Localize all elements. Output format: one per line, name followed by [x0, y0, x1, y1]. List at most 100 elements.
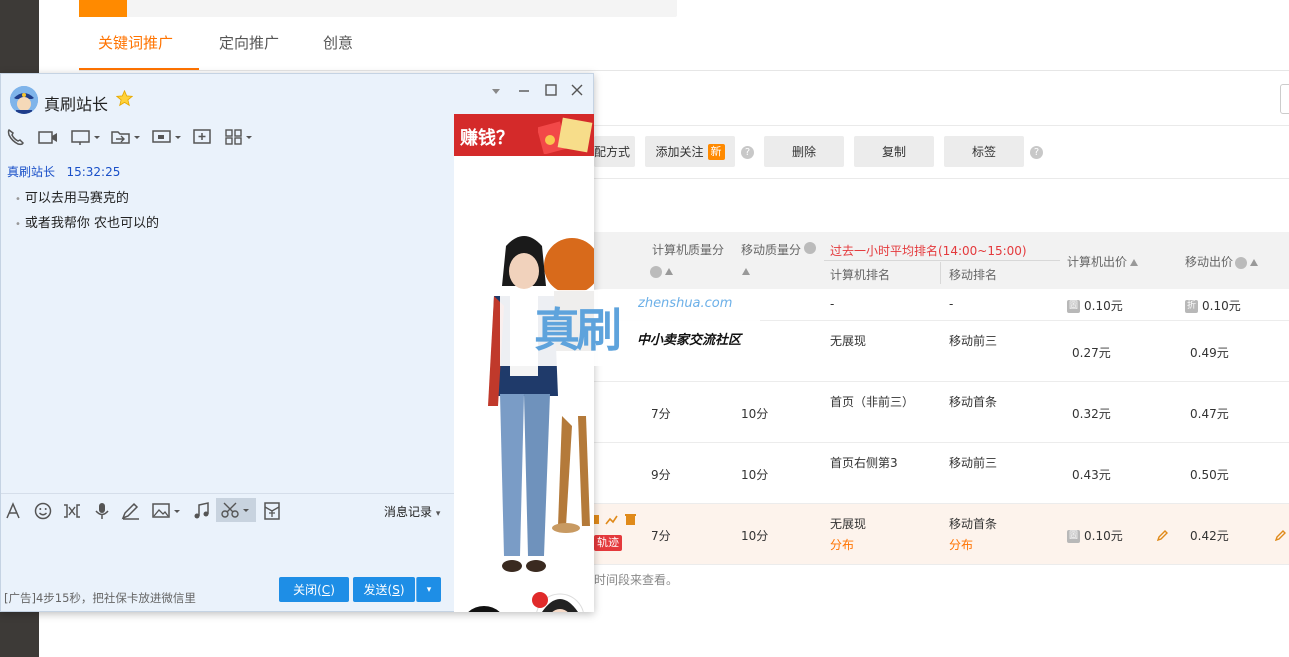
add-app-icon[interactable] — [192, 127, 214, 147]
watermark-url: zhenshua.com — [638, 296, 733, 311]
phone-icon[interactable] — [5, 127, 27, 147]
top-strip-accent — [79, 0, 127, 17]
row-action-icons — [594, 514, 636, 525]
sort-up-icon[interactable] — [1250, 259, 1259, 266]
price-type-icon: 圖 — [1067, 300, 1080, 313]
help-icon[interactable]: ? — [1030, 146, 1043, 159]
dropdown-arrow-icon[interactable] — [488, 83, 504, 99]
maximize-icon[interactable] — [543, 82, 559, 98]
cartoon-characters-illustration — [468, 236, 594, 612]
th-pc-rank: 计算机排名 — [830, 268, 891, 282]
apps-grid-icon[interactable] — [224, 127, 256, 147]
watermark-logo-text: 真刷 — [534, 303, 622, 357]
font-icon[interactable] — [3, 501, 25, 521]
help-icon-mobile-quality[interactable] — [804, 240, 816, 254]
mobile-price: 0.47元 — [1190, 407, 1229, 421]
tab-keyword-promotion[interactable]: 关键词推广 — [98, 32, 173, 53]
th-mobile-price[interactable]: 移动出价 — [1185, 253, 1259, 270]
video-call-icon[interactable] — [37, 127, 59, 147]
scissors-button[interactable] — [216, 498, 256, 522]
track-badge[interactable]: 轨迹 — [594, 535, 622, 551]
pc-price: 0.27元 — [1072, 346, 1111, 360]
tab-targeted-promotion[interactable]: 定向推广 — [219, 32, 279, 53]
message-line: 或者我帮你 农也可以的 — [15, 212, 159, 231]
th-pc-quality[interactable]: 计算机质量分 — [652, 241, 724, 258]
mobile-quality: 10分 — [741, 468, 769, 482]
mobile-price-value: 0.10元 — [1202, 299, 1241, 313]
table-footnote: 时间段来查看。 — [594, 573, 679, 587]
th-pc-price[interactable]: 计算机出价 — [1067, 253, 1139, 270]
chevron-down-icon: ▾ — [435, 509, 441, 519]
message-history-button[interactable]: 消息记录 ▾ — [384, 503, 440, 520]
watermark-logo: 真刷 zhenshua.com 中小卖家交流社区 — [500, 290, 760, 366]
edit-pencil-icon[interactable] — [1157, 529, 1169, 541]
red-packet-icon[interactable] — [261, 501, 283, 521]
avatar[interactable] — [10, 86, 38, 114]
sort-up-icon[interactable] — [1130, 259, 1139, 266]
match-type-button[interactable]: 配方式 — [594, 136, 635, 167]
pc-price: 圖 0.10元 — [1067, 527, 1123, 544]
delete-button[interactable]: 删除 — [764, 136, 844, 167]
search-input[interactable] — [1280, 84, 1289, 114]
question-icon[interactable] — [650, 265, 662, 278]
mobile-rank: - — [949, 297, 954, 311]
file-transfer-icon[interactable] — [110, 127, 142, 147]
handwriting-icon[interactable] — [120, 501, 142, 521]
mobile-quality: 10分 — [741, 407, 769, 421]
emoji-icon[interactable] — [32, 501, 54, 521]
pc-rank: 无展现 — [830, 517, 867, 531]
input-separator — [1, 493, 455, 494]
close-label: 关闭( — [293, 583, 322, 597]
star-icon — [116, 90, 133, 107]
close-end: ) — [330, 582, 335, 597]
message-history-label: 消息记录 — [384, 505, 433, 519]
pc-rank-distribution-link[interactable]: 分布 — [830, 536, 854, 553]
tab-creative[interactable]: 创意 — [323, 32, 353, 53]
edit-pencil-icon[interactable] — [1275, 529, 1287, 541]
table-row: 9分 10分 首页右侧第3 移动前三 0.43元 0.50元 — [594, 443, 1289, 504]
tag-label: 标签 — [971, 145, 996, 159]
send-button[interactable]: 发送(S) — [353, 577, 415, 602]
tab-bar: 关键词推广 定向推广 创意 — [79, 20, 1289, 71]
pc-price: 0.32元 — [1072, 407, 1111, 421]
message-header: 真刷站长 15:32:25 — [7, 163, 120, 180]
th-pc-quality-controls — [650, 264, 673, 278]
help-icon[interactable]: ? — [741, 146, 754, 159]
tag-button[interactable]: 标签 — [944, 136, 1024, 167]
ad-banner[interactable]: 赚钱？ — [454, 114, 594, 156]
th-vertical-divider — [940, 262, 941, 284]
question-icon[interactable] — [1235, 256, 1248, 269]
active-tab-underline — [79, 68, 199, 70]
mobile-rank-distribution-link[interactable]: 分布 — [949, 536, 973, 553]
close-chat-button[interactable]: 关闭(C) — [279, 577, 349, 602]
microphone-icon[interactable] — [91, 501, 113, 521]
image-icon[interactable] — [151, 501, 183, 521]
copy-button[interactable]: 复制 — [854, 136, 934, 167]
send-options-dropdown[interactable]: ▾ — [416, 577, 441, 602]
scissors-icon — [221, 502, 249, 518]
music-icon[interactable] — [191, 501, 213, 521]
pc-rank: 首页（非前三） — [830, 395, 915, 409]
th-mobile-rank: 移动排名 — [949, 268, 998, 282]
send-end: ) — [399, 582, 405, 597]
pc-price: 0.43元 — [1072, 468, 1111, 482]
chevron-down-icon: ▾ — [426, 584, 432, 595]
sort-up-icon[interactable] — [665, 268, 673, 275]
close-icon[interactable] — [569, 82, 585, 98]
close-key: C — [321, 582, 331, 597]
minimize-icon[interactable] — [516, 82, 532, 98]
vip-emoji-icon[interactable] — [61, 501, 83, 521]
remote-desktop-icon[interactable] — [151, 127, 183, 147]
th-mobile-quality[interactable]: 移动质量分 — [741, 241, 801, 258]
mobile-price: 0.49元 — [1190, 346, 1229, 360]
add-follow-button[interactable]: 添加关注新 — [645, 136, 735, 167]
send-key: S — [392, 582, 400, 597]
sort-up-icon[interactable] — [739, 264, 750, 278]
th-divider — [824, 260, 1060, 261]
screen-share-icon[interactable] — [70, 127, 102, 147]
ad-text-link[interactable]: [广告]4步15秒，把社保卡放进微信里 — [4, 590, 196, 606]
mobile-quality: 10分 — [741, 529, 769, 543]
match-type-label: 配方式 — [594, 145, 631, 159]
th-mobile-price-label: 移动出价 — [1185, 255, 1234, 269]
table-row: 7分 10分 首页（非前三） 移动首条 0.32元 0.47元 — [594, 382, 1289, 443]
